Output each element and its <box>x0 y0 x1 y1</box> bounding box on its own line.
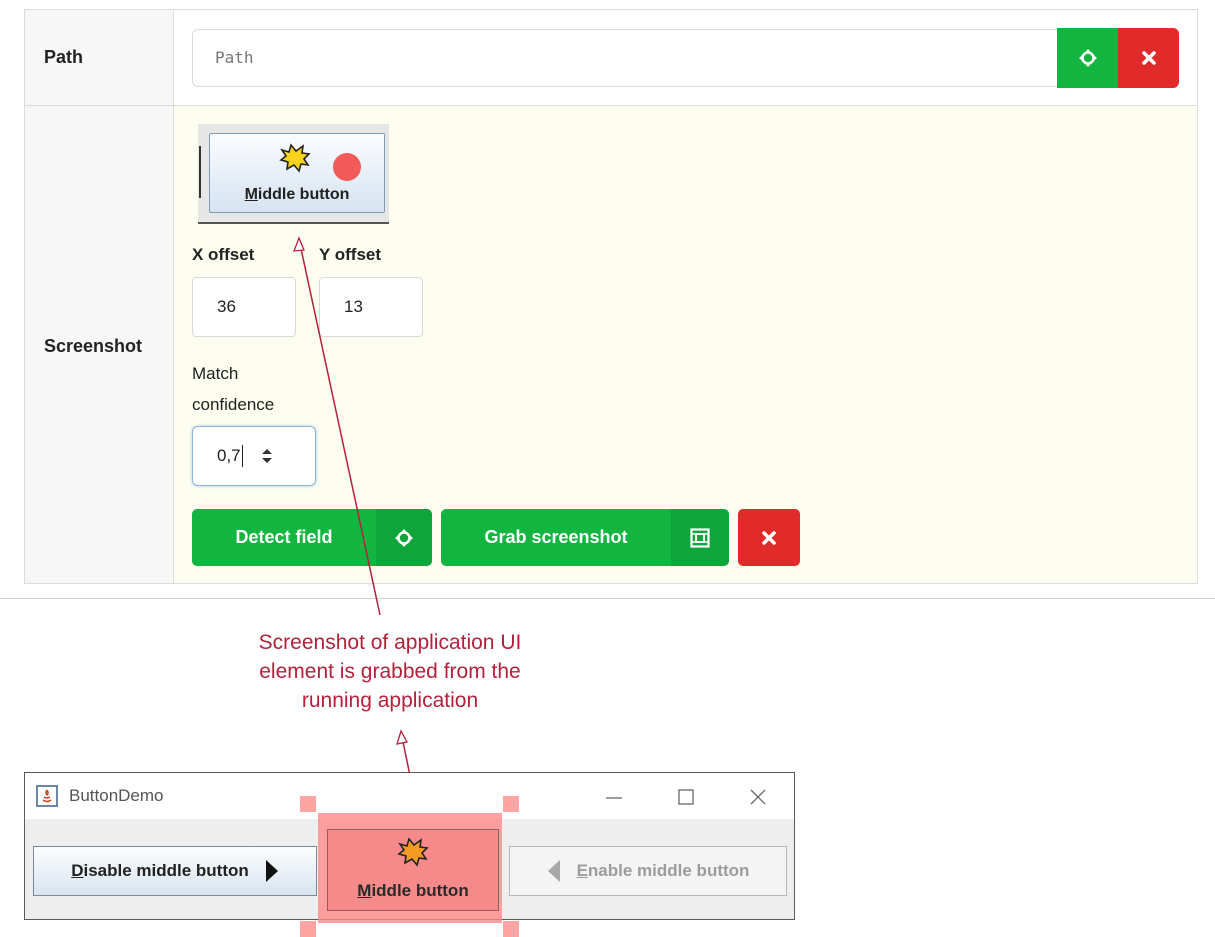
middle-button-label: Middle button <box>357 881 469 900</box>
highlight-corner-bottom-right <box>503 921 519 937</box>
window-title: ButtonDemo <box>69 786 164 805</box>
enable-middle-button[interactable]: Enable middle button <box>509 846 787 896</box>
enable-middle-button-label: Enable middle button <box>576 861 750 880</box>
arrow-left-icon <box>547 860 560 882</box>
java-app-icon <box>36 785 58 807</box>
maximize-icon[interactable] <box>676 787 696 807</box>
starburst-icon <box>397 837 429 867</box>
arrow-right-icon <box>265 860 278 882</box>
highlight-corner-bottom-left <box>300 921 316 937</box>
minimize-icon[interactable] <box>604 788 624 808</box>
highlight-corner-top-right <box>503 796 519 812</box>
window-close-icon[interactable] <box>748 787 768 807</box>
disable-middle-button[interactable]: Disable middle button <box>33 846 317 896</box>
highlight-corner-top-left <box>300 796 316 812</box>
disable-middle-button-label: Disable middle button <box>71 861 249 880</box>
